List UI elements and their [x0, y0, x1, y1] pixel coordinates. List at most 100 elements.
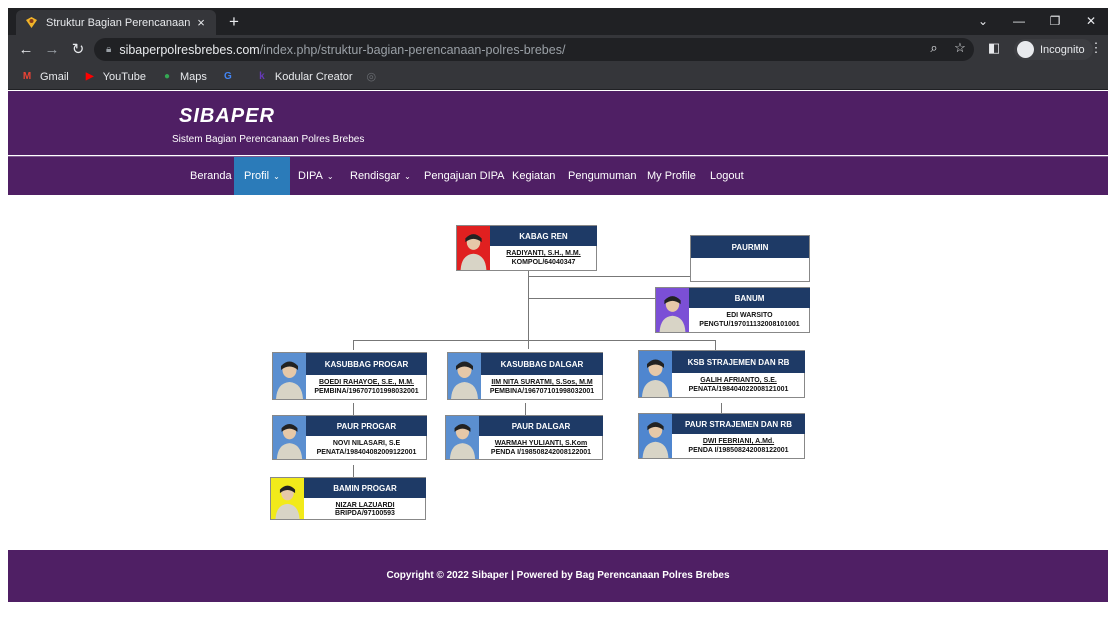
nav-dipa[interactable]: DIPA ⌄	[288, 157, 344, 195]
side-panel-icon[interactable]: ◧	[984, 40, 1004, 56]
site-header: SIBAPER Sistem Bagian Perencanaan Polres…	[8, 91, 1108, 155]
person-photo-icon	[457, 226, 490, 270]
maps-icon: ●	[163, 71, 170, 82]
close-window-button[interactable]: ✕	[1078, 12, 1104, 30]
card-name: EDI WARSITO	[726, 312, 773, 319]
site-favicon-icon	[24, 16, 38, 30]
site-brand[interactable]: SIBAPER	[179, 105, 275, 128]
org-card-ksb-strajemen: KSB STRAJEMEN DAN RB GALIH AFRIANTO, S.E…	[638, 350, 805, 398]
person-photo-icon	[448, 353, 481, 399]
url-path: /index.php/struktur-bagian-perencanaan-p…	[259, 42, 566, 57]
incognito-indicator[interactable]: Incognito	[1014, 39, 1093, 60]
site-tagline: Sistem Bagian Perencanaan Polres Brebes	[172, 134, 365, 145]
card-name: IIM NITA SURATMI, S.Sos, M.M	[491, 379, 593, 386]
person-photo-icon	[273, 416, 306, 459]
nav-label: Pengajuan DIPA	[424, 170, 505, 182]
nav-pengumuman[interactable]: Pengumuman	[558, 157, 647, 195]
bookmark-youtube[interactable]: ▶ YouTube	[83, 71, 146, 83]
org-card-paur-dalgar: PAUR DALGAR WARMAH YULIANTI, S.Kom PENDA…	[445, 415, 603, 460]
connector-line	[525, 403, 526, 415]
address-bar[interactable]: 🔒︎ sibaperpolresbrebes.com /index.php/st…	[94, 38, 974, 61]
nav-logout[interactable]: Logout	[700, 157, 754, 195]
youtube-icon: ▶	[85, 71, 94, 82]
card-title: PAUR DALGAR	[479, 416, 603, 436]
nav-beranda[interactable]: Beranda	[180, 157, 242, 195]
card-name: WARMAH YULIANTI, S.Kom	[494, 440, 588, 447]
bookmark-gmail[interactable]: M Gmail	[20, 71, 69, 83]
org-card-paurmin: PAURMIN	[690, 235, 810, 282]
zoom-icon[interactable]: ⌕	[924, 40, 944, 56]
card-nip: PENGTU/197011132008101001	[699, 321, 800, 328]
nav-my-profile[interactable]: My Profile	[637, 157, 706, 195]
org-card-paur-strajemen: PAUR STRAJEMEN DAN RB DWI FEBRIANI, A.Md…	[638, 413, 805, 459]
chevron-down-icon: ⌄	[326, 172, 334, 181]
card-nip: PENDA I/198508242008122001	[688, 447, 789, 454]
menu-kebab-icon[interactable]: ⋮	[1086, 40, 1106, 56]
incognito-label: Incognito	[1040, 43, 1085, 56]
card-nip: PEMBINA/196707101998032001	[489, 388, 595, 395]
bookmark-maps[interactable]: ● Maps	[160, 71, 207, 83]
lock-icon: 🔒︎	[106, 44, 112, 55]
card-title: PAUR STRAJEMEN DAN RB	[672, 414, 805, 434]
org-card-banum: BANUM EDI WARSITO PENGTU/197011132008101…	[655, 287, 810, 333]
connector-line	[353, 340, 354, 350]
nav-label: Logout	[710, 170, 744, 182]
bookmarks-bar: M Gmail ▶ YouTube ● Maps Gk Kodular Creator ◎	[8, 64, 1108, 90]
nav-rendisgar[interactable]: Rendisgar ⌄	[340, 157, 421, 195]
card-name: RADIYANTI, S.H., M.M.	[506, 250, 581, 257]
card-name: DWI FEBRIANI, A.Md.	[702, 438, 775, 445]
nav-pengajuan-dipa[interactable]: Pengajuan DIPA	[414, 157, 515, 195]
person-photo-icon	[273, 353, 306, 399]
card-name: BOEDI RAHAYOE, S.E., M.M.	[318, 379, 415, 386]
person-photo-icon	[446, 416, 479, 459]
nav-label: Profil	[244, 170, 270, 182]
bookmark-star-icon[interactable]: ☆	[950, 40, 970, 56]
google-icon: G	[223, 71, 232, 82]
minimize-button[interactable]: —	[1006, 12, 1032, 30]
nav-label: Pengumuman	[568, 170, 637, 182]
bookmark-label: Kodular Creator	[274, 70, 353, 83]
card-nip: KOMPOL/64040347	[511, 259, 576, 266]
bookmark-google[interactable]: G	[221, 71, 241, 83]
browser-toolbar: ← → ↻ 🔒︎ sibaperpolresbrebes.com /index.…	[8, 35, 1108, 64]
bookmark-label: Gmail	[40, 70, 69, 83]
forward-button[interactable]: →	[42, 40, 62, 60]
org-card-kabag-ren: KABAG REN RADIYANTI, S.H., M.M. KOMPOL/6…	[456, 225, 597, 271]
gmail-icon: M	[22, 71, 32, 82]
restore-button[interactable]: ❐	[1042, 12, 1068, 30]
card-title: KASUBBAG DALGAR	[481, 353, 603, 375]
org-chart: KABAG REN RADIYANTI, S.H., M.M. KOMPOL/6…	[0, 195, 1108, 550]
nav-kegiatan[interactable]: Kegiatan	[502, 157, 565, 195]
extension-globe-icon[interactable]: ◎	[367, 70, 377, 83]
person-photo-icon	[639, 351, 672, 397]
new-tab-button[interactable]: +	[224, 12, 244, 32]
nav-label: Rendisgar	[350, 170, 401, 182]
card-nip: PENDA I/198508242008122001	[490, 449, 592, 456]
bookmark-kodular[interactable]: k Kodular Creator	[255, 70, 353, 83]
back-button[interactable]: ←	[16, 40, 36, 60]
person-photo-icon	[656, 288, 689, 332]
chevron-down-icon: ⌄	[273, 172, 280, 181]
kodular-icon: k	[259, 71, 265, 82]
org-card-kasubbag-dalgar: KASUBBAG DALGAR IIM NITA SURATMI, S.Sos,…	[447, 352, 603, 400]
tab-strip: Struktur Bagian Perencanaan Pol × + ⌄ — …	[8, 8, 1108, 35]
bookmark-label: Maps	[179, 70, 207, 83]
close-tab-icon[interactable]: ×	[194, 15, 208, 30]
bookmark-label: YouTube	[102, 70, 146, 83]
tab-search-chevron-icon[interactable]: ⌄	[970, 12, 996, 30]
url-host: sibaperpolresbrebes.com	[119, 42, 260, 57]
card-title: KASUBBAG PROGAR	[306, 353, 427, 375]
card-name: NOVI NILASARI, S.E	[332, 440, 401, 447]
person-photo-icon	[271, 478, 304, 519]
browser-tab[interactable]: Struktur Bagian Perencanaan Pol ×	[16, 10, 216, 35]
card-nip: BRIPDA/97100593	[335, 510, 395, 517]
reload-button[interactable]: ↻	[68, 40, 88, 60]
nav-label: My Profile	[647, 170, 696, 182]
card-nip: PENATA/198404082009122001	[316, 449, 417, 456]
nav-profil[interactable]: Profil ⌄	[234, 157, 290, 195]
card-title: BANUM	[689, 288, 810, 308]
tab-title: Struktur Bagian Perencanaan Pol	[46, 16, 194, 29]
card-title: KSB STRAJEMEN DAN RB	[672, 351, 805, 373]
card-title: PAURMIN	[691, 236, 809, 258]
card-name: NIZAR LAZUARDI	[335, 502, 395, 509]
